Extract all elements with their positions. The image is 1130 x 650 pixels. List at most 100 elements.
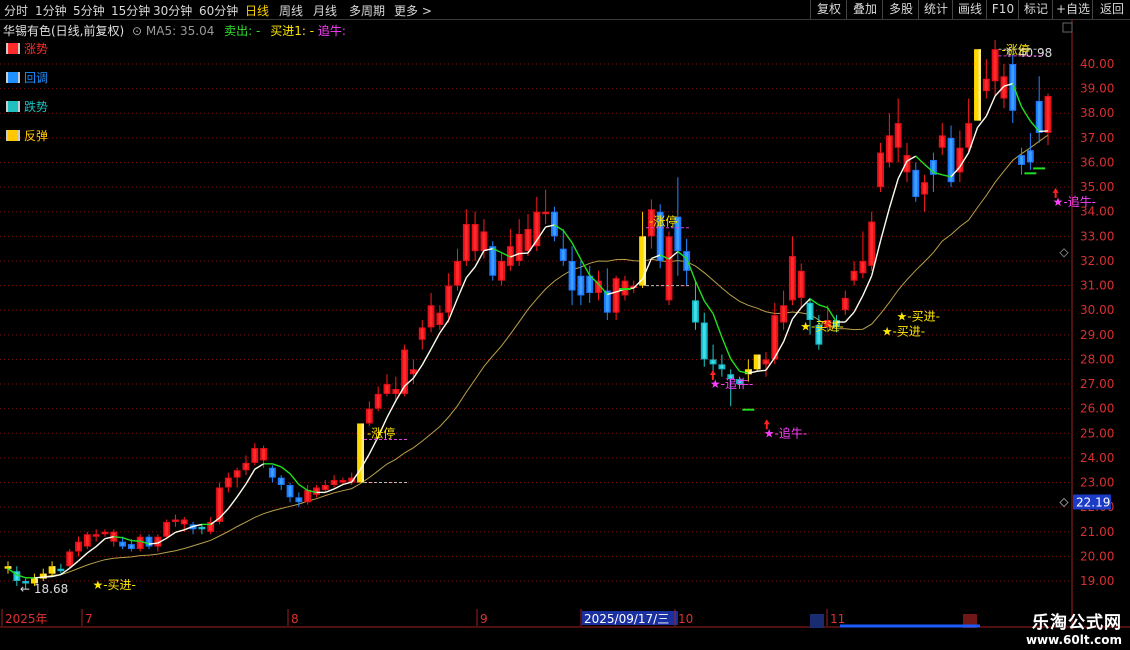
- candle-body-core: [68, 552, 72, 566]
- period-tab-1[interactable]: 1分钟: [35, 2, 67, 19]
- candle: [841, 290, 849, 316]
- candle-body-core: [782, 306, 786, 322]
- ma5-segment: [853, 295, 864, 313]
- price-tick: 36.00: [1080, 155, 1114, 169]
- price-tick: 23.00: [1080, 476, 1114, 490]
- toolbar-button-2[interactable]: 多股: [882, 0, 919, 19]
- candle-body-core: [306, 490, 310, 502]
- candle-body-core: [517, 234, 521, 260]
- candle-body-core: [367, 409, 371, 423]
- candle: [4, 561, 12, 574]
- ma5-segment: [712, 313, 723, 338]
- candle: [515, 219, 523, 266]
- buy-signal-label: ★-买进-: [882, 324, 925, 338]
- candle: [436, 305, 444, 330]
- period-tab-7[interactable]: 周线: [279, 2, 303, 19]
- date-label: 8: [291, 612, 299, 626]
- kline-chart: ↑ 40.98← 18.68-涨停-涨停-涨停★-买进-★-买进- ★-买进-★-…: [0, 20, 1130, 630]
- price-tick: 35.00: [1080, 180, 1114, 194]
- candle: [145, 534, 153, 550]
- date-label: 2025年: [5, 612, 48, 626]
- price-tick: 28.00: [1080, 352, 1114, 366]
- ma5-segment: [280, 466, 291, 475]
- period-tab-5[interactable]: 60分钟: [199, 2, 238, 19]
- candle-body-core: [773, 316, 777, 359]
- candle-body-core: [420, 328, 424, 339]
- candle: [39, 568, 47, 582]
- limit-up-label: -涨停: [367, 425, 395, 440]
- candle: [595, 270, 602, 301]
- ma5-label: MA5:: [145, 24, 177, 38]
- period-tab-8[interactable]: 月线: [313, 2, 337, 19]
- legend-label: 回调: [24, 71, 49, 85]
- ma5-segment: [580, 259, 591, 276]
- ma5-segment: [421, 348, 432, 366]
- candle-body-core: [262, 449, 266, 460]
- candle: [189, 521, 197, 535]
- candle-body-core: [702, 323, 706, 359]
- candle-body-core: [165, 522, 169, 536]
- candle-body-core: [561, 249, 565, 260]
- period-tab-2[interactable]: 5分钟: [73, 2, 105, 19]
- candle: [639, 211, 647, 289]
- candle-body-core: [852, 271, 856, 280]
- ma5-segment: [148, 542, 158, 545]
- candle: [48, 561, 56, 577]
- candle: [665, 231, 673, 306]
- toolbar-button-7[interactable]: +自选: [1052, 0, 1093, 19]
- toolbar-button-6[interactable]: 标记: [1018, 0, 1053, 19]
- candle: [551, 206, 558, 242]
- candle-body-core: [279, 478, 283, 485]
- legend-item-1: 回调: [6, 69, 48, 86]
- candle-body-core: [85, 535, 89, 546]
- candle: [136, 534, 144, 552]
- candle: [683, 238, 691, 286]
- candle: [286, 482, 294, 503]
- candle-body-core: [790, 257, 794, 300]
- toolbar-button-5[interactable]: F10: [986, 0, 1019, 19]
- diamond-icon: [1059, 497, 1069, 508]
- toolbar-button-1[interactable]: 叠加: [846, 0, 883, 19]
- legend-swatch: [6, 43, 20, 54]
- period-tab-6[interactable]: 日线: [245, 2, 269, 19]
- buy-signal-label: ★-买进-: [800, 319, 843, 333]
- settings-icon[interactable]: ⊙: [132, 24, 142, 38]
- candle-body-core: [491, 247, 495, 275]
- candle-body-core: [1046, 97, 1050, 132]
- sell-bar: [618, 288, 631, 291]
- candle-body-core: [332, 481, 336, 485]
- period-tab-4[interactable]: 30分钟: [153, 2, 192, 19]
- candle-body-core: [1037, 101, 1041, 132]
- toolbar-button-0[interactable]: 复权: [810, 0, 847, 19]
- current-price-label: 22.19: [1076, 495, 1110, 509]
- candle-body-core: [44, 573, 47, 579]
- candle: [330, 475, 338, 488]
- toolbar-button-4[interactable]: 画线: [952, 0, 987, 19]
- candle: [700, 312, 708, 367]
- ma5-segment: [298, 483, 309, 491]
- candle: [251, 443, 259, 466]
- candle: [938, 123, 946, 156]
- candle: [912, 162, 920, 202]
- price-tick: 21.00: [1080, 525, 1114, 539]
- period-tab-3[interactable]: 15分钟: [111, 2, 150, 19]
- candle: [568, 246, 576, 306]
- toolbar-button-8[interactable]: 返回: [1092, 0, 1130, 19]
- toolbar-button-3[interactable]: 统计: [918, 0, 953, 19]
- bull-signal-label: ★-追牛-: [710, 376, 753, 391]
- legend-swatch: [6, 72, 20, 83]
- ma5-segment: [272, 463, 282, 468]
- candle-body-core: [570, 261, 574, 290]
- period-tab-10[interactable]: 更多 >: [394, 2, 432, 19]
- date-label: 2025/09/17/三: [584, 612, 669, 626]
- candle-body-core: [843, 298, 847, 310]
- ma5-segment: [703, 300, 714, 315]
- price-tick: 31.00: [1080, 279, 1114, 293]
- ma5-segment: [818, 304, 828, 309]
- candle-body-core: [526, 229, 530, 251]
- ma5-segment: [113, 536, 123, 539]
- period-tab-9[interactable]: 多周期: [349, 2, 385, 19]
- buy-signal-label: ★-买进-: [92, 578, 135, 592]
- period-tab-0[interactable]: 分时: [4, 2, 28, 19]
- candle-body-core: [694, 301, 697, 322]
